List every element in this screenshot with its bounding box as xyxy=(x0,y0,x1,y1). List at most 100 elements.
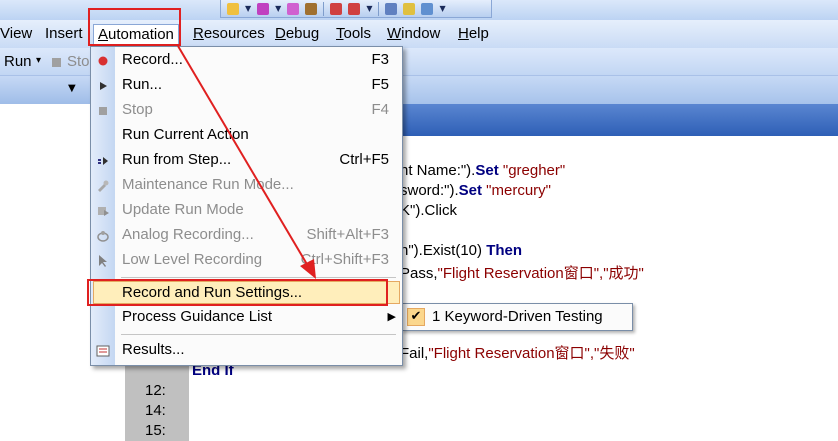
menu-tools[interactable]: Tools xyxy=(332,24,375,46)
chat-icon[interactable] xyxy=(403,2,416,15)
menu-item-run-from-step[interactable]: Run from Step... Ctrl+F5 xyxy=(91,149,402,173)
table-icon[interactable] xyxy=(421,2,434,15)
step-into-icon[interactable] xyxy=(330,2,343,15)
code-string: "Flight Reservation窗口","失败" xyxy=(428,345,635,362)
menu-item-label: Analog Recording... xyxy=(122,226,254,243)
chevron-down-icon[interactable]: ▼ xyxy=(366,4,372,13)
menu-debug[interactable]: Debug xyxy=(271,24,323,46)
menu-item-shortcut: F5 xyxy=(371,76,389,93)
menu-item-run[interactable]: Run... F5 xyxy=(91,74,402,98)
code-line: sword:").Set "mercury" xyxy=(400,182,551,199)
menu-item-process-guidance-list[interactable]: Process Guidance List ▶ xyxy=(91,306,402,330)
spy-icon[interactable] xyxy=(287,2,300,15)
code-line: Fail,"Flight Reservation窗口","失败" xyxy=(400,342,635,363)
menu-item-label: Maintenance Run Mode... xyxy=(122,176,294,193)
update-run-icon xyxy=(98,207,109,216)
stop-icon xyxy=(52,58,61,67)
code-keyword: Set xyxy=(475,162,499,179)
menu-item-shortcut: F3 xyxy=(371,51,389,68)
menu-window[interactable]: Window xyxy=(383,24,444,46)
menu-item-update-run-mode[interactable]: Update Run Mode xyxy=(91,199,402,223)
code-text: n").Exist(10) xyxy=(400,242,487,259)
menu-insert[interactable]: Insert xyxy=(41,24,87,46)
code-line: Pass,"Flight Reservation窗口","成功" xyxy=(400,262,644,283)
chevron-down-icon[interactable]: ▼ xyxy=(245,4,251,13)
menu-item-label: Record... xyxy=(122,51,183,68)
wand-icon[interactable] xyxy=(305,2,318,15)
menu-item-shortcut: Ctrl+F5 xyxy=(339,151,389,168)
menu-divider xyxy=(121,277,396,278)
step-out-icon[interactable] xyxy=(348,2,361,15)
chevron-down-icon[interactable]: ▼ xyxy=(68,83,76,94)
analog-recording-icon xyxy=(97,231,109,242)
menu-help[interactable]: Help xyxy=(454,24,493,46)
chevron-down-icon[interactable]: ▾ xyxy=(36,55,41,66)
check-icon: ✔ xyxy=(407,308,425,326)
menu-item-record[interactable]: Record... F3 xyxy=(91,49,402,73)
menu-item-label: Run from Step... xyxy=(122,151,232,168)
menu-tools-rest: ools xyxy=(343,25,372,42)
code-keyword: Set xyxy=(458,182,483,199)
menu-debug-rest: ebug xyxy=(285,25,320,42)
code-text: Fail, xyxy=(400,345,429,362)
menu-resources[interactable]: Resources xyxy=(189,24,269,46)
menu-divider xyxy=(121,334,396,335)
menu-item-analog-recording[interactable]: Analog Recording... Shift+Alt+F3 xyxy=(91,224,402,248)
menu-item-label: Results... xyxy=(122,341,185,358)
line-number: 15: xyxy=(145,422,166,439)
menu-help-rest: elp xyxy=(468,25,489,42)
editor-tab-bar xyxy=(400,104,838,136)
menu-item-shortcut: Ctrl+Shift+F3 xyxy=(300,251,389,268)
stop-button[interactable]: Sto xyxy=(67,53,90,70)
menu-item-shortcut: F4 xyxy=(371,101,389,118)
menu-resources-rest: esources xyxy=(203,25,265,42)
menu-item-maintenance-run-mode[interactable]: Maintenance Run Mode... xyxy=(91,174,402,198)
tool-icon[interactable] xyxy=(227,2,239,15)
menu-mnemonic: T xyxy=(336,25,344,42)
code-string: "Flight Reservation窗口","成功" xyxy=(437,265,644,282)
menu-item-label: Update Run Mode xyxy=(122,201,244,218)
editor-toolbar xyxy=(400,76,838,104)
code-string: "gregher" xyxy=(498,162,566,179)
submenu-item-keyword-driven-testing[interactable]: 1 Keyword-Driven Testing xyxy=(432,308,603,325)
run-from-step-icon xyxy=(98,157,108,165)
list-icon[interactable] xyxy=(385,2,398,15)
menu-item-low-level-recording[interactable]: Low Level Recording Ctrl+Shift+F3 xyxy=(91,249,402,273)
code-line: K").Click xyxy=(400,202,457,219)
code-text: nt Name:"). xyxy=(400,162,476,179)
annotation-box-settings xyxy=(87,279,388,306)
code-text: sword:"). xyxy=(400,182,459,199)
menu-mnemonic: H xyxy=(458,25,469,42)
menu-view[interactable]: View xyxy=(0,24,36,46)
menu-item-label: Run... xyxy=(122,76,163,93)
code-text: Pass, xyxy=(400,265,438,282)
chevron-down-icon[interactable]: ▼ xyxy=(275,4,281,13)
menu-mnemonic: D xyxy=(275,25,286,42)
object-icon[interactable] xyxy=(257,2,270,15)
line-number: 14: xyxy=(145,402,166,419)
run-button[interactable]: Run xyxy=(4,53,32,70)
low-level-recording-icon xyxy=(99,255,107,267)
toolbar-divider xyxy=(378,1,380,16)
menu-item-run-current-action[interactable]: Run Current Action xyxy=(91,124,402,148)
line-number: 12: xyxy=(145,382,166,399)
menu-item-shortcut: Shift+Alt+F3 xyxy=(306,226,389,243)
chevron-down-icon[interactable]: ▼ xyxy=(439,4,445,13)
menu-item-results[interactable]: Results... xyxy=(91,339,402,363)
run-icon xyxy=(100,82,107,90)
record-icon xyxy=(98,56,108,66)
chevron-right-icon: ▶ xyxy=(387,311,396,323)
code-string: "mercury" xyxy=(482,182,552,199)
toolbar-strip: ▼ ▼ ▼ ▼ xyxy=(220,0,492,18)
process-guidance-submenu: ✔ 1 Keyword-Driven Testing xyxy=(401,303,633,331)
automation-menu: Record... F3 Run... F5 Stop F4 Run Curre… xyxy=(90,46,403,366)
menu-item-label: Low Level Recording xyxy=(122,251,263,268)
maintenance-icon xyxy=(98,180,109,192)
code-line: n").Exist(10) Then xyxy=(400,242,522,259)
code-keyword: Then xyxy=(486,242,523,259)
menu-item-stop[interactable]: Stop F4 xyxy=(91,99,402,123)
toolbar-divider xyxy=(323,1,325,16)
menu-item-label: Stop xyxy=(122,101,153,118)
menu-mnemonic: R xyxy=(193,25,204,42)
menu-item-label: Process Guidance List xyxy=(122,308,273,325)
